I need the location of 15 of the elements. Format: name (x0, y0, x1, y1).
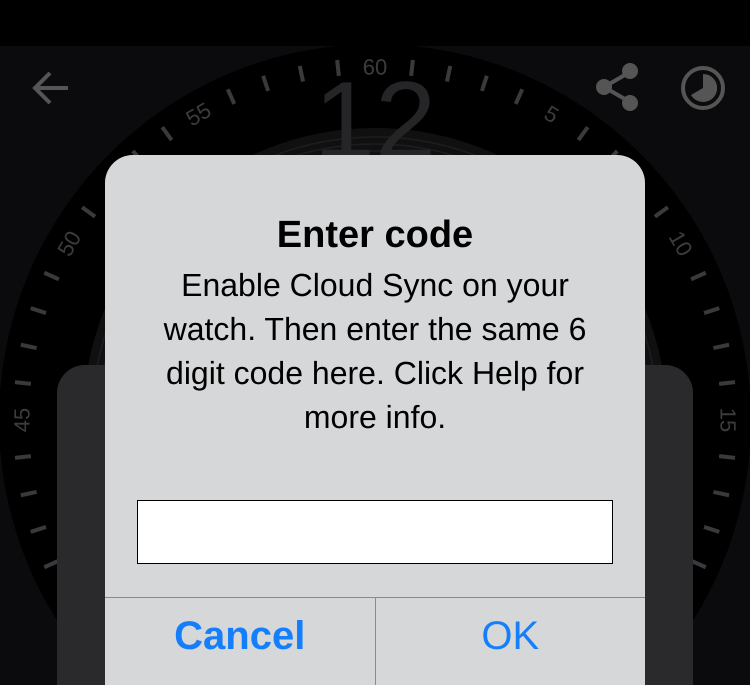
dial-number: 55 (182, 97, 216, 132)
dial-number: 5 (540, 100, 564, 128)
dialog-button[interactable]: Cancel (105, 598, 374, 685)
dial-number: 50 (52, 226, 86, 260)
timer-icon[interactable] (679, 64, 727, 112)
dial-number: 10 (664, 226, 698, 260)
dial-number: 60 (362, 54, 388, 80)
dial-number: 15 (716, 408, 740, 432)
dial-number: 45 (10, 408, 34, 432)
share-icon[interactable] (595, 62, 639, 112)
code-input-field[interactable] (137, 500, 613, 564)
back-arrow-icon[interactable] (32, 70, 70, 106)
dialog-button[interactable]: OK (374, 598, 645, 685)
dialog-message: Enable Cloud Sync on your watch. Then enter the same 6 digit code here. Click Help for more info. (162, 266, 588, 437)
dialog-title: Enter code (276, 213, 474, 258)
